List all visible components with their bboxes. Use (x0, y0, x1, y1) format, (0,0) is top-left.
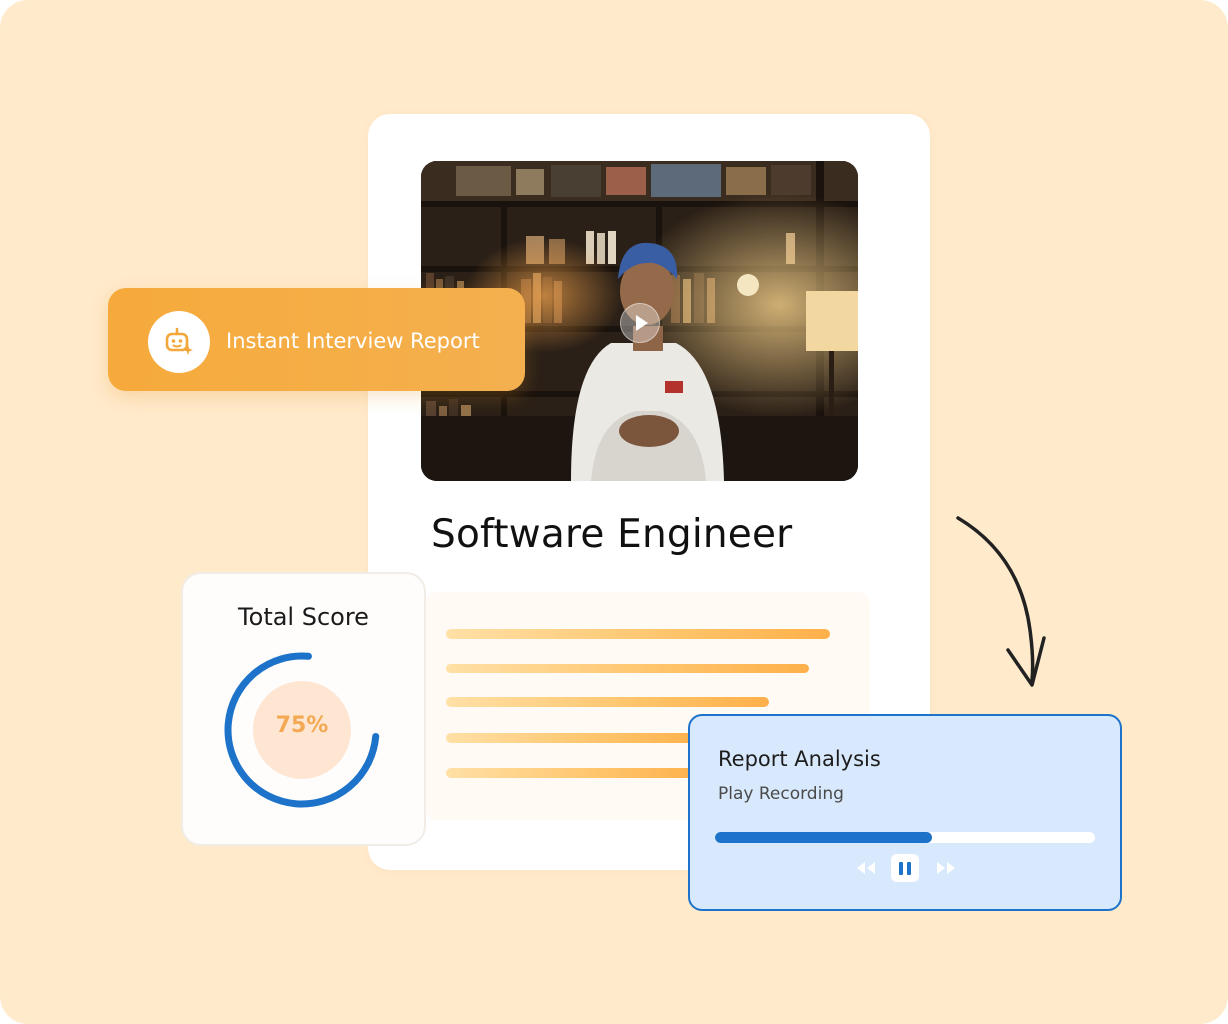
playback-progress-fill (715, 832, 932, 843)
badge-label: Instant Interview Report (226, 329, 480, 353)
fast-forward-icon (937, 862, 955, 874)
report-line (446, 697, 769, 707)
report-line (446, 768, 706, 778)
job-title: Software Engineer (431, 512, 793, 557)
score-value: 75% (275, 713, 329, 738)
play-icon (636, 315, 648, 331)
analysis-title: Report Analysis (718, 747, 881, 771)
ai-bot-sparkle-icon (148, 311, 210, 373)
play-recording-label[interactable]: Play Recording (718, 784, 844, 804)
pause-button[interactable] (891, 854, 919, 882)
curved-arrow-icon (956, 516, 1046, 687)
rewind-icon (857, 862, 875, 874)
playback-progress-bar[interactable] (715, 832, 1095, 843)
rewind-button[interactable] (852, 858, 880, 878)
fast-forward-button[interactable] (932, 858, 960, 878)
play-button[interactable] (620, 303, 660, 343)
report-line (446, 733, 706, 743)
hero-illustration: Software Engineer Instant Interview Repo… (0, 0, 1228, 1024)
pause-icon (897, 861, 913, 875)
report-line (446, 664, 809, 673)
score-title: Total Score (238, 603, 369, 631)
report-line (446, 629, 830, 639)
